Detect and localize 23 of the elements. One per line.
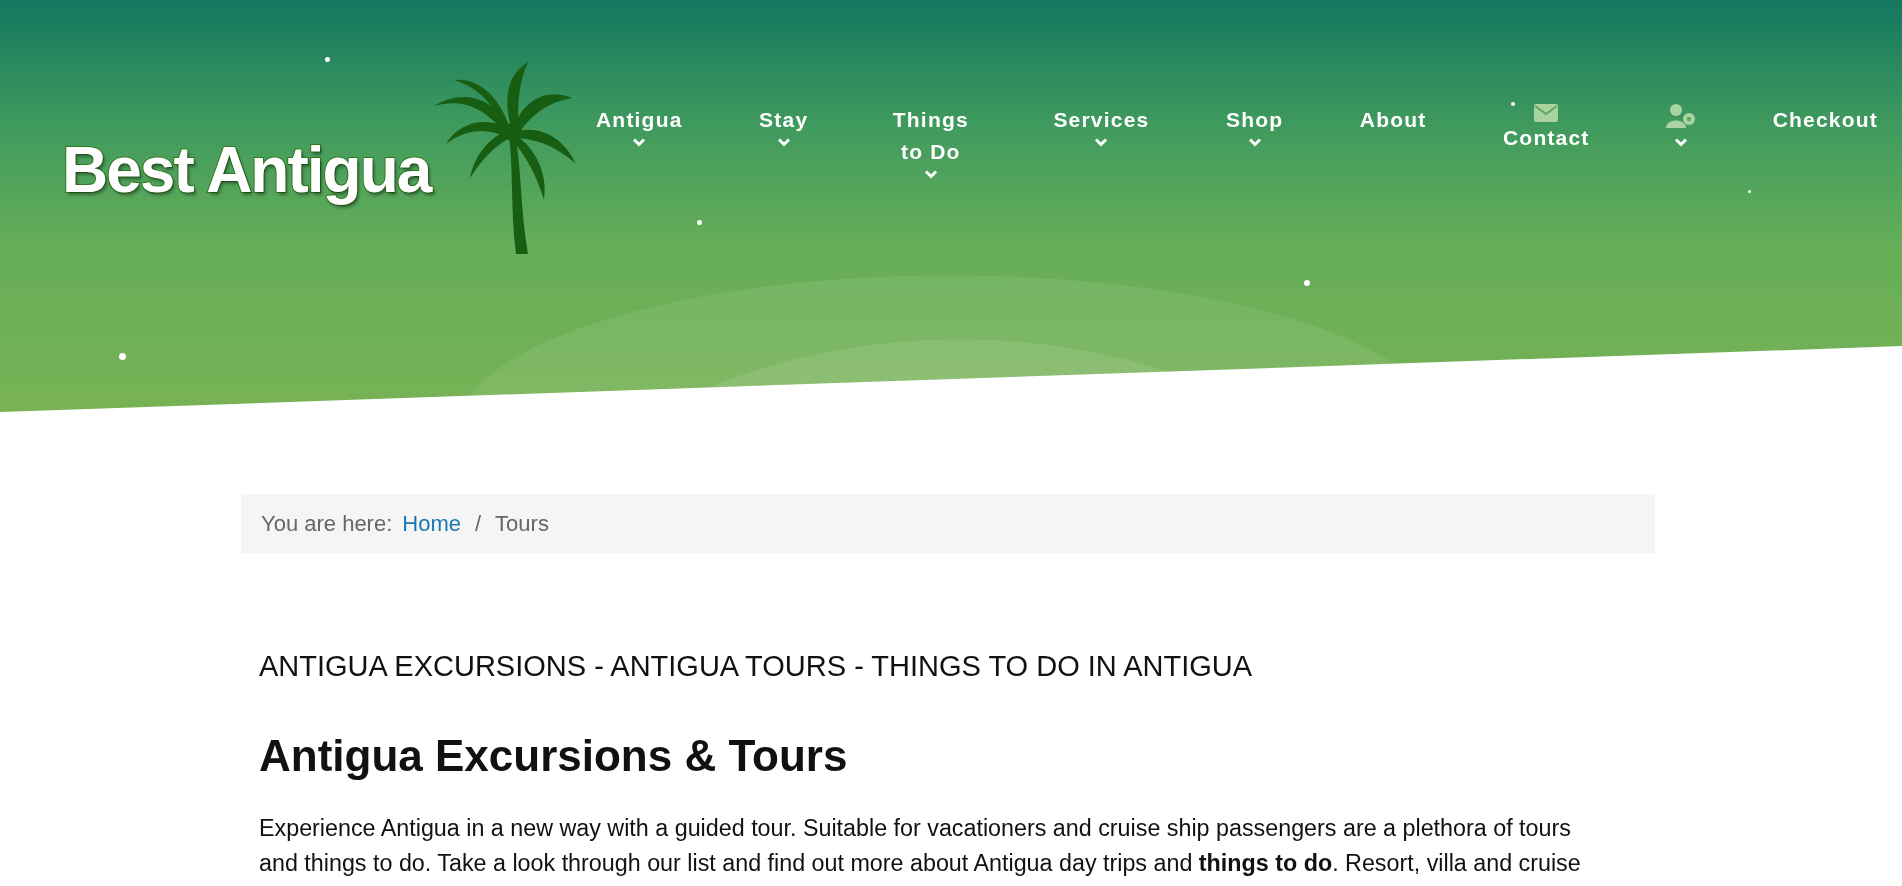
sparkle-dot — [1304, 280, 1310, 286]
nav-link[interactable]: Things to Do — [878, 104, 983, 179]
envelope-icon — [1534, 104, 1559, 122]
page-subtitle: ANTIGUA EXCURSIONS - ANTIGUA TOURS - THINGS TO DO IN ANTIGUA — [259, 649, 1254, 684]
nav-link[interactable]: Stay — [753, 104, 815, 147]
nav-link[interactable]: Services — [1047, 104, 1156, 147]
breadcrumb-label: You are here: — [261, 510, 393, 538]
nav-link[interactable]: Checkout — [1766, 104, 1884, 136]
intro-paragraph: Experience Antigua in a new way with a guided tour. Suitable for vacationers and cruise ship passengers are a plethora of tours and things to do. Take a look through our list and find out more about Antigua day trips and things to do. Resort, villa and cruise — [259, 813, 1582, 878]
contact-link[interactable]: Contact — [1497, 104, 1596, 154]
nav-link[interactable]: Antigua — [590, 104, 689, 147]
sparkle-dot — [1748, 190, 1751, 193]
nav-link[interactable]: About — [1353, 104, 1433, 136]
nav-link[interactable]: Shop — [1219, 104, 1290, 147]
sparkle-dot — [119, 353, 126, 360]
breadcrumb-separator: / — [475, 510, 482, 538]
sparkle-dot — [325, 57, 330, 62]
sparkle-dot — [697, 220, 702, 225]
page-heading: Antigua Excursions & Tours — [259, 729, 849, 782]
breadcrumb-link[interactable]: Home — [402, 507, 461, 540]
sparkle-dot — [1511, 102, 1515, 106]
breadcrumb-current: Tours — [495, 510, 549, 538]
user-gear-icon — [1666, 104, 1697, 128]
